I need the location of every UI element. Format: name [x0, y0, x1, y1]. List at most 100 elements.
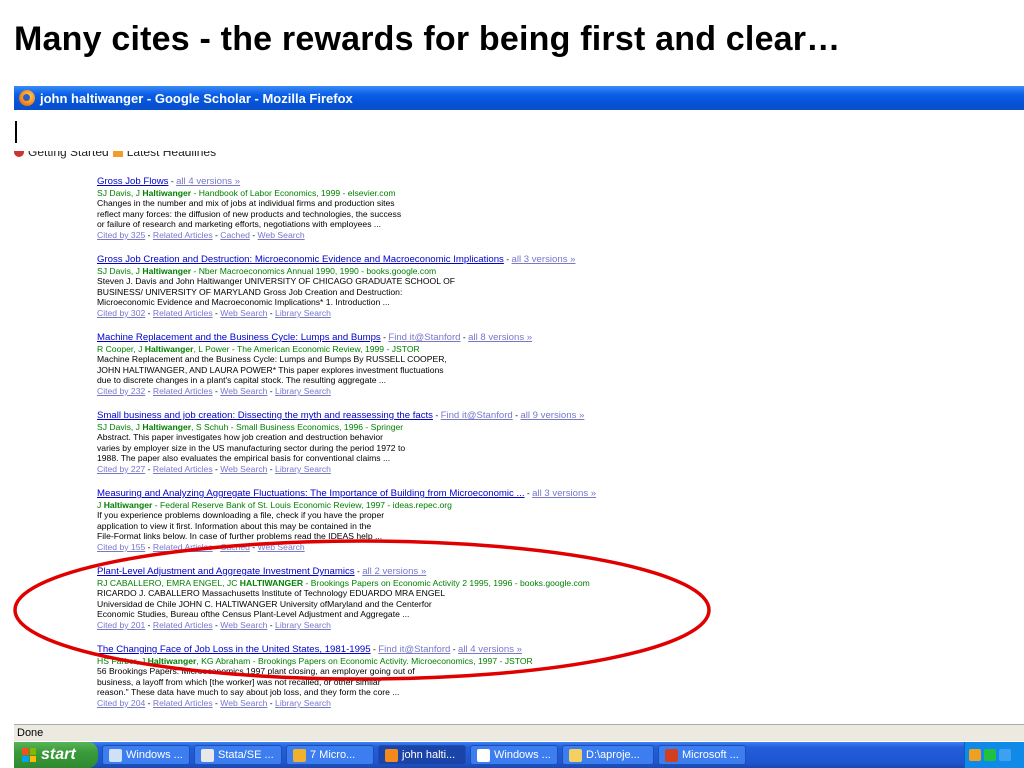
- result-extra-link[interactable]: all 4 versions »: [176, 176, 240, 187]
- separator: -: [145, 307, 153, 318]
- result-action-link[interactable]: Web Search: [220, 698, 267, 708]
- result-authors: SJ Davis, J Haltiwanger, S Schuh - Small…: [97, 422, 697, 433]
- result-action-link[interactable]: Related Articles: [153, 230, 213, 240]
- authors-pre: RJ CABALLERO, EMRA ENGEL, JC: [97, 577, 240, 588]
- result-action-link[interactable]: Cited by 302: [97, 308, 145, 318]
- app-icon: [293, 748, 306, 762]
- search-result: Plant-Level Adjustment and Aggregate Inv…: [97, 566, 697, 644]
- result-action-link[interactable]: Library Search: [275, 386, 331, 396]
- authors-highlight: HALTIWANGER: [239, 577, 304, 588]
- result-snippet-line: JOHN HALTIWANGER, AND LAURA POWER* This …: [97, 364, 444, 375]
- bookmark-getting-started[interactable]: Getting Started: [28, 151, 109, 159]
- result-action-link[interactable]: Related Articles: [153, 698, 213, 708]
- result-action-link[interactable]: Cited by 204: [97, 698, 145, 708]
- app-icon: [201, 748, 214, 762]
- result-snippet-line: Abstract. This paper investigates how jo…: [97, 432, 383, 443]
- result-extra-link[interactable]: all 3 versions »: [512, 254, 576, 265]
- result-authors: RJ CABALLERO, EMRA ENGEL, JC HALTIWANGER…: [97, 578, 697, 589]
- result-extra-link[interactable]: Find it@Stanford: [388, 332, 460, 343]
- taskbar-item[interactable]: D:\aproje...: [562, 745, 654, 765]
- result-snippet-line: Steven J. Davis and John Haltiwanger UNI…: [97, 276, 456, 287]
- result-action-link[interactable]: Cached: [220, 542, 250, 552]
- result-authors: HS Farber, J Haltiwanger, KG Abraham - B…: [97, 656, 697, 667]
- result-action-link[interactable]: Cited by 227: [97, 464, 145, 474]
- result-snippet-line: Economic Studies, Bureau ofthe Census Pl…: [97, 609, 410, 620]
- result-links: Cited by 227 - Related Articles - Web Se…: [97, 464, 697, 475]
- result-snippet-line: due to discrete changes in a plant's cap…: [97, 375, 387, 386]
- result-title-link[interactable]: Machine Replacement and the Business Cyc…: [97, 332, 381, 343]
- result-action-link[interactable]: Web Search: [258, 230, 305, 240]
- search-result: Gross Job Flows - all 4 versions » SJ Dav…: [97, 176, 697, 254]
- result-action-link[interactable]: Library Search: [275, 698, 331, 708]
- result-authors: SJ Davis, J Haltiwanger - Nber Macroecon…: [97, 266, 697, 277]
- authors-pre: J: [97, 499, 104, 510]
- result-snippet-line: application to view it first. Informatio…: [97, 520, 372, 531]
- result-title-line: Plant-Level Adjustment and Aggregate Inv…: [97, 566, 697, 578]
- taskbar-item[interactable]: john halti...: [378, 745, 466, 765]
- separator: -: [145, 229, 153, 240]
- result-action-link[interactable]: Cached: [220, 230, 250, 240]
- result-title-link[interactable]: Measuring and Analyzing Aggregate Fluctu…: [97, 488, 525, 499]
- result-action-link[interactable]: Web Search: [220, 464, 267, 474]
- result-snippet-line: reason." These data have much to say abo…: [97, 687, 400, 698]
- taskbar-item[interactable]: Windows ...: [102, 745, 190, 765]
- result-extra-link[interactable]: all 2 versions »: [362, 566, 426, 577]
- taskbar-item-label: john halti...: [402, 749, 456, 761]
- result-title-link[interactable]: The Changing Face of Job Loss in the Uni…: [97, 644, 371, 655]
- result-extra-link[interactable]: Find it@Stanford: [378, 644, 450, 655]
- result-action-link[interactable]: Related Articles: [153, 542, 213, 552]
- app-icon: [109, 748, 122, 762]
- result-action-link[interactable]: Library Search: [275, 308, 331, 318]
- start-button[interactable]: start: [14, 742, 98, 768]
- window-titlebar[interactable]: john haltiwanger - Google Scholar - Mozi…: [14, 86, 1024, 110]
- taskbar-item[interactable]: Microsoft ...: [658, 745, 746, 765]
- result-action-link[interactable]: Related Articles: [153, 308, 213, 318]
- result-action-link[interactable]: Web Search: [220, 386, 267, 396]
- separator: -: [145, 697, 153, 708]
- result-action-link[interactable]: Cited by 201: [97, 620, 145, 630]
- search-result: Small business and job creation: Dissect…: [97, 410, 697, 488]
- result-extra-link[interactable]: all 8 versions »: [468, 332, 532, 343]
- result-action-link[interactable]: Cited by 325: [97, 230, 145, 240]
- status-bar: Done: [14, 724, 1024, 741]
- authors-highlight: Haltiwanger: [147, 655, 197, 666]
- authors-pre: R Cooper, J: [97, 343, 145, 354]
- result-action-link[interactable]: Cited by 155: [97, 542, 145, 552]
- tray-icon[interactable]: [999, 749, 1011, 761]
- result-title-link[interactable]: Gross Job Creation and Destruction: Micr…: [97, 254, 504, 265]
- result-action-link[interactable]: Cited by 232: [97, 386, 145, 396]
- result-title-link[interactable]: Small business and job creation: Dissect…: [97, 410, 433, 421]
- tray-icon[interactable]: [984, 749, 996, 761]
- bookmarks-toolbar: Getting Started Latest Headlines: [14, 151, 1024, 163]
- bookmark-latest-headlines[interactable]: Latest Headlines: [127, 151, 216, 159]
- authors-pre: SJ Davis, J: [97, 421, 143, 432]
- result-title-link[interactable]: Plant-Level Adjustment and Aggregate Inv…: [97, 566, 355, 577]
- result-action-link[interactable]: Web Search: [220, 308, 267, 318]
- taskbar-item[interactable]: Windows ...: [470, 745, 558, 765]
- authors-post: , L Power - The American Economic Review…: [193, 343, 420, 354]
- app-icon: [665, 748, 678, 762]
- result-title-line: Gross Job Flows - all 4 versions »: [97, 176, 697, 188]
- result-extra-link[interactable]: all 3 versions »: [532, 488, 596, 499]
- result-snippet-line: 56 Brookings Papers: Microeconomics 1997…: [97, 666, 415, 677]
- result-snippet-line: BUSINESS/ UNIVERSITY OF MARYLAND Gross J…: [97, 286, 403, 297]
- taskbar-item-label: Windows ...: [126, 749, 183, 761]
- result-extra-link[interactable]: all 4 versions »: [458, 644, 522, 655]
- separator: -: [145, 385, 153, 396]
- taskbar-item[interactable]: Stata/SE ...: [194, 745, 282, 765]
- result-extra-link[interactable]: all 9 versions »: [520, 410, 584, 421]
- result-action-link[interactable]: Related Articles: [153, 386, 213, 396]
- result-title-link[interactable]: Gross Job Flows: [97, 176, 168, 187]
- taskbar-item[interactable]: 7 Micro...: [286, 745, 374, 765]
- result-action-link[interactable]: Related Articles: [153, 464, 213, 474]
- tray-icon[interactable]: [969, 749, 981, 761]
- result-action-link[interactable]: Web Search: [220, 620, 267, 630]
- result-action-link[interactable]: Related Articles: [153, 620, 213, 630]
- result-links: Cited by 155 - Related Articles - Cached…: [97, 542, 697, 553]
- result-extra-link[interactable]: Find it@Stanford: [441, 410, 513, 421]
- result-action-link[interactable]: Web Search: [258, 542, 305, 552]
- result-title-line: Small business and job creation: Dissect…: [97, 410, 697, 422]
- result-title-line: The Changing Face of Job Loss in the Uni…: [97, 644, 697, 656]
- result-action-link[interactable]: Library Search: [275, 620, 331, 630]
- result-action-link[interactable]: Library Search: [275, 464, 331, 474]
